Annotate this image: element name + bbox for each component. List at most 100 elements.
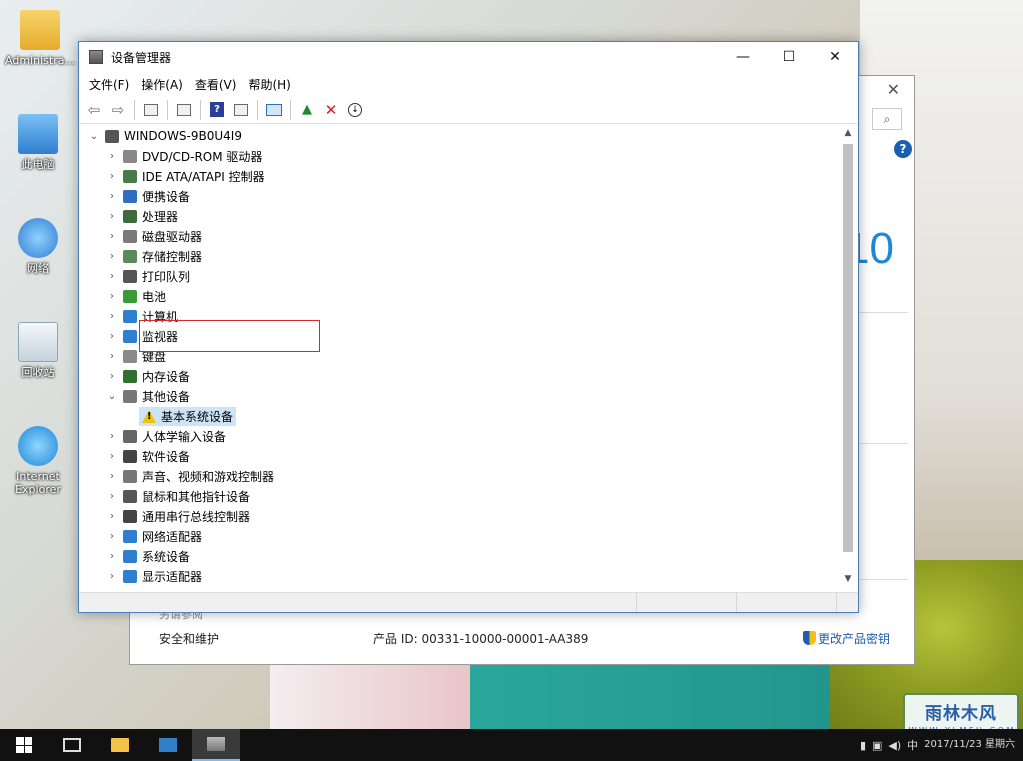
tree-category[interactable]: › 显示适配器	[79, 566, 858, 586]
change-product-key-link[interactable]: 更改产品密钥	[803, 630, 890, 647]
tree-category[interactable]: ⌄ 其他设备	[79, 386, 858, 406]
tree-category[interactable]: › 处理器	[79, 206, 858, 226]
close-button[interactable]: ✕	[812, 42, 858, 72]
menu-view[interactable]: 查看(V)	[189, 76, 243, 93]
usb-icon[interactable]: ▮	[860, 739, 866, 752]
disable-device-button[interactable]: ↓	[344, 99, 366, 121]
scan-hardware-button[interactable]	[263, 99, 285, 121]
device-manager-taskbar-button[interactable]	[192, 729, 240, 761]
update-driver-button[interactable]: ▲	[296, 99, 318, 121]
menu-action[interactable]: 操作(A)	[135, 76, 189, 93]
tree-category[interactable]: › 内存设备	[79, 366, 858, 386]
tree-category[interactable]: › 便携设备	[79, 186, 858, 206]
desktop-icon-recycle-bin[interactable]: 回收站	[0, 322, 76, 379]
menu-help[interactable]: 帮助(H)	[242, 76, 296, 93]
network-tray-icon[interactable]: ▣	[872, 739, 882, 752]
ime-indicator[interactable]: 中	[907, 737, 918, 753]
status-cell	[737, 593, 837, 612]
tree-item-basic-system-device[interactable]: 基本系统设备	[79, 406, 858, 426]
expand-chevron-icon[interactable]: ›	[105, 191, 119, 202]
uninstall-device-button[interactable]: ✕	[320, 99, 342, 121]
tree-category[interactable]: › IDE ATA/ATAPI 控制器	[79, 166, 858, 186]
tree-category[interactable]: › DVD/CD-ROM 驱动器	[79, 146, 858, 166]
search-icon[interactable]: ⌕	[872, 108, 902, 130]
tree-root[interactable]: ⌄ WINDOWS-9B0U4I9	[79, 126, 858, 146]
tree-category[interactable]: › 电池	[79, 286, 858, 306]
expand-chevron-icon[interactable]: ›	[105, 551, 119, 562]
tree-category[interactable]: › 打印队列	[79, 266, 858, 286]
tree-category[interactable]: › 通用串行总线控制器	[79, 506, 858, 526]
security-maintenance-link[interactable]: 安全和维护	[159, 630, 373, 647]
expand-chevron-icon[interactable]: ›	[105, 571, 119, 582]
tree-category[interactable]: › 磁盘驱动器	[79, 226, 858, 246]
console-tree-icon	[144, 103, 158, 116]
expand-chevron-icon[interactable]: ›	[105, 211, 119, 222]
expand-chevron-icon[interactable]: ›	[105, 471, 119, 482]
expand-chevron-icon[interactable]: ›	[105, 231, 119, 242]
network-icon	[18, 218, 58, 258]
maximize-button[interactable]: ☐	[766, 42, 812, 72]
computer-root-icon	[105, 129, 119, 143]
desktop-icon-this-pc[interactable]: 此电脑	[0, 114, 76, 171]
show-action-pane-button[interactable]	[230, 99, 252, 121]
start-button[interactable]	[0, 729, 48, 761]
category-label: 内存设备	[142, 369, 191, 384]
expand-chevron-icon[interactable]: ›	[105, 491, 119, 502]
scroll-up-icon[interactable]: ▲	[840, 128, 856, 142]
tree-category[interactable]: › 声音、视频和游戏控制器	[79, 466, 858, 486]
minimize-button[interactable]: —	[720, 42, 766, 72]
close-icon[interactable]: ✕	[887, 80, 900, 99]
expand-chevron-icon[interactable]: ›	[105, 151, 119, 162]
scroll-thumb[interactable]	[843, 144, 853, 552]
expand-chevron-icon[interactable]: ›	[105, 351, 119, 362]
tree-category[interactable]: › 网络适配器	[79, 526, 858, 546]
tree-category[interactable]: › 系统设备	[79, 546, 858, 566]
back-button[interactable]: ⇦	[83, 99, 105, 121]
expand-chevron-icon[interactable]: ›	[105, 251, 119, 262]
expand-chevron-icon[interactable]: ›	[105, 171, 119, 182]
tree-category[interactable]: › 计算机	[79, 306, 858, 326]
clock[interactable]: 2017/11/23 星期六	[924, 739, 1015, 751]
menu-file[interactable]: 文件(F)	[83, 76, 135, 93]
tree-category[interactable]: › 存储控制器	[79, 246, 858, 266]
tree-category[interactable]: › 软件设备	[79, 446, 858, 466]
vertical-scrollbar[interactable]: ▲ ▼	[840, 128, 856, 588]
expand-chevron-icon[interactable]: ›	[105, 451, 119, 462]
desktop-icon-internet-explorer[interactable]: Internet Explorer	[0, 426, 76, 496]
expand-chevron-icon[interactable]: ›	[105, 431, 119, 442]
help-button[interactable]: ?	[206, 99, 228, 121]
ie-icon	[18, 426, 58, 466]
expand-chevron-icon[interactable]: ›	[105, 291, 119, 302]
expand-chevron-icon[interactable]: ›	[105, 331, 119, 342]
show-hide-console-tree-button[interactable]	[140, 99, 162, 121]
desktop-icon-network[interactable]: 网络	[0, 218, 76, 275]
tree-category[interactable]: › 监视器	[79, 326, 858, 346]
collapse-chevron-icon[interactable]: ⌄	[87, 131, 101, 142]
update-driver-icon: ▲	[302, 102, 312, 117]
tree-category[interactable]: › 人体学输入设备	[79, 426, 858, 446]
expand-chevron-icon[interactable]: ›	[105, 371, 119, 382]
desktop-icon-administrator[interactable]: Administra...	[2, 10, 78, 67]
uninstall-x-icon: ✕	[324, 100, 338, 119]
expand-chevron-icon[interactable]: ›	[105, 511, 119, 522]
divider	[858, 579, 908, 580]
category-label: 磁盘驱动器	[142, 229, 203, 244]
properties-button[interactable]	[173, 99, 195, 121]
toolbar-separator	[167, 99, 168, 120]
title-bar[interactable]: 设备管理器 — ☐ ✕	[79, 42, 858, 72]
toolbar-separator	[257, 99, 258, 120]
scroll-down-icon[interactable]: ▼	[840, 574, 856, 588]
windows-logo-icon	[16, 737, 32, 753]
file-explorer-button[interactable]	[96, 729, 144, 761]
tree-category[interactable]: › 键盘	[79, 346, 858, 366]
expand-chevron-icon[interactable]: ›	[105, 311, 119, 322]
forward-button[interactable]: ⇨	[107, 99, 129, 121]
tree-category[interactable]: › 鼠标和其他指针设备	[79, 486, 858, 506]
volume-icon[interactable]: ◀)	[888, 739, 901, 752]
collapse-chevron-icon[interactable]: ⌄	[105, 391, 119, 402]
help-icon[interactable]: ?	[894, 140, 912, 158]
expand-chevron-icon[interactable]: ›	[105, 531, 119, 542]
task-view-button[interactable]	[48, 729, 96, 761]
expand-chevron-icon[interactable]: ›	[105, 271, 119, 282]
control-panel-button[interactable]	[144, 729, 192, 761]
